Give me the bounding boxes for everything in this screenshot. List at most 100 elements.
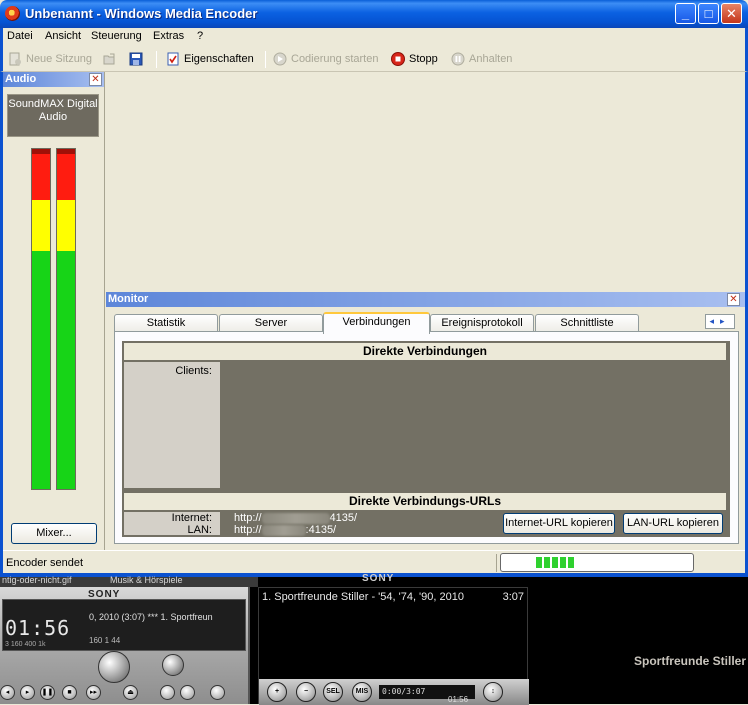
player-lcd: 01:56 0, 2010 (3:07) *** 1. Sportfreun 1…: [2, 599, 246, 651]
playlist-track-title: 1. Sportfreunde Stiller - '54, '74, '90,…: [262, 591, 464, 603]
connection-urls-header: Direkte Verbindungs-URLs: [124, 493, 726, 510]
mixer-button[interactable]: Mixer...: [11, 523, 97, 544]
audio-device-selector[interactable]: SoundMAX Digital Audio: [7, 94, 99, 137]
save-icon: [129, 52, 143, 66]
lan-label: LAN:: [187, 524, 212, 536]
eject-button[interactable]: ⏏: [123, 685, 138, 700]
sony-brand-top: SONY: [362, 573, 395, 584]
playlist-select-button[interactable]: SEL: [323, 682, 343, 702]
pause-button[interactable]: Anhalten: [451, 51, 512, 67]
playlist-add-button[interactable]: +: [267, 682, 287, 702]
start-encoding-label: Codierung starten: [291, 53, 379, 65]
chevron-right-icon: ▸: [720, 316, 731, 326]
playlist-item[interactable]: 1. Sportfreunde Stiller - '54, '74, '90,…: [262, 591, 524, 603]
clients-label: Clients:: [175, 365, 212, 377]
copy-lan-url-button[interactable]: LAN-URL kopieren: [623, 513, 723, 534]
encoding-progress-bar: [500, 553, 694, 572]
new-session-button[interactable]: Neue Sitzung: [8, 51, 92, 67]
balance-knob[interactable]: [162, 654, 184, 676]
progress-block: [568, 557, 574, 568]
monitor-panel-close-button[interactable]: ✕: [727, 293, 740, 306]
stop-button-player[interactable]: ■: [62, 685, 77, 700]
sony-player: ntig-oder-nicht.gif Musik & Hörspiele SO…: [0, 573, 748, 705]
stop-button[interactable]: Stopp: [391, 51, 438, 67]
playlist-remove-button[interactable]: −: [296, 682, 316, 702]
menu-steuerung[interactable]: Steuerung: [91, 30, 142, 42]
tab-verbindungen[interactable]: Verbindungen: [323, 312, 430, 334]
eq-scale: 3 160 400 1k: [5, 641, 46, 648]
new-session-icon: [9, 52, 21, 66]
lan-url: http://:4135/: [234, 524, 337, 536]
playlist-controls: + − SEL MIS 0:00/3:07 01:56 ↕: [259, 679, 529, 705]
prev-button[interactable]: ◂: [0, 685, 15, 700]
title-bar[interactable]: Unbenannt - Windows Media Encoder _ □ ✕: [0, 0, 748, 28]
copy-internet-url-button[interactable]: Internet-URL kopieren: [503, 513, 615, 534]
menu-help[interactable]: ?: [197, 30, 203, 42]
status-text: Encoder sendet: [6, 557, 84, 569]
stop-icon: [391, 52, 405, 66]
open-button[interactable]: [102, 51, 116, 67]
minimize-icon: _: [681, 6, 690, 21]
next-icon: ▸▸: [89, 689, 98, 696]
playback-time: 01:56: [5, 616, 71, 640]
menu-datei[interactable]: Datei: [7, 30, 33, 42]
maximize-icon: □: [704, 6, 713, 21]
play-button[interactable]: ▸: [20, 685, 35, 700]
playlist-misc-button[interactable]: MIS: [352, 682, 372, 702]
properties-button[interactable]: Eigenschaften: [166, 51, 254, 67]
tab-scroll-buttons[interactable]: ◂▸: [705, 314, 735, 329]
connections-grid: Direkte Verbindungen Clients: Direkte Ve…: [122, 341, 730, 537]
mode-button-2[interactable]: [180, 685, 195, 700]
stop-label: Stopp: [409, 53, 438, 65]
sony-tab-category[interactable]: Musik & Hörspiele: [110, 575, 183, 585]
close-button[interactable]: ✕: [721, 3, 742, 24]
menu-extras[interactable]: Extras: [153, 30, 184, 42]
internet-url: http://4135/: [234, 512, 358, 524]
sony-tab-file[interactable]: ntig-oder-nicht.gif: [2, 575, 72, 585]
audio-panel-close-button[interactable]: ✕: [89, 73, 102, 86]
minus-icon: −: [303, 688, 309, 695]
next-button[interactable]: ▸▸: [86, 685, 101, 700]
lcd-numbers: 160 1 44: [89, 636, 121, 645]
close-icon: ✕: [729, 294, 738, 305]
properties-icon: [167, 52, 179, 66]
open-icon: [103, 53, 115, 65]
playlist-scroll-button[interactable]: ↕: [483, 682, 503, 702]
url-label-column: Internet: LAN:: [124, 512, 220, 536]
mode-button-3[interactable]: [210, 685, 225, 700]
start-encoding-button[interactable]: Codierung starten: [273, 51, 378, 67]
pause-icon: ❚❚: [41, 689, 54, 696]
volume-knob[interactable]: [98, 651, 130, 683]
eject-icon: ⏏: [127, 689, 134, 696]
minimize-button[interactable]: _: [675, 3, 696, 24]
status-bar: Encoder sendet: [3, 550, 745, 573]
window-title: Unbenannt - Windows Media Encoder: [25, 6, 258, 21]
audio-panel-header: Audio ✕: [3, 72, 104, 87]
playlist-elapsed: 01:56: [448, 695, 469, 704]
close-icon: ✕: [726, 6, 737, 21]
save-button[interactable]: [129, 51, 143, 67]
artist-name: Sportfreunde Stiller: [633, 654, 746, 668]
mode-button-1[interactable]: [160, 685, 175, 700]
media-encoder-app-icon[interactable]: [5, 6, 20, 21]
artist-display: Sportfreunde Stiller: [530, 587, 748, 704]
monitor-panel: Monitor ✕ Statistik Server Verbindungen …: [106, 290, 745, 550]
monitor-panel-title: Monitor: [108, 293, 149, 305]
playlist-panel: 1. Sportfreunde Stiller - '54, '74, '90,…: [258, 587, 529, 705]
connections-tab-content: Direkte Verbindungen Clients: Direkte Ve…: [114, 331, 739, 544]
sony-player-deck: SONY 01:56 0, 2010 (3:07) *** 1. Sportfr…: [0, 587, 250, 704]
mixer-label: Mixer...: [36, 527, 72, 539]
prev-icon: ◂: [5, 689, 10, 696]
pause-label: Anhalten: [469, 53, 513, 65]
stop-icon: ■: [67, 689, 72, 696]
maximize-button[interactable]: □: [698, 3, 719, 24]
playlist-track-duration: 3:07: [502, 591, 524, 603]
progress-block: [552, 557, 558, 568]
menu-ansicht[interactable]: Ansicht: [45, 30, 81, 42]
pause-button-player[interactable]: ❚❚: [40, 685, 55, 700]
pause-icon: [451, 52, 465, 66]
track-info: 0, 2010 (3:07) *** 1. Sportfreun: [89, 612, 213, 622]
new-session-label: Neue Sitzung: [26, 53, 93, 65]
internet-label: Internet:: [171, 512, 212, 524]
close-icon: ✕: [91, 74, 100, 85]
